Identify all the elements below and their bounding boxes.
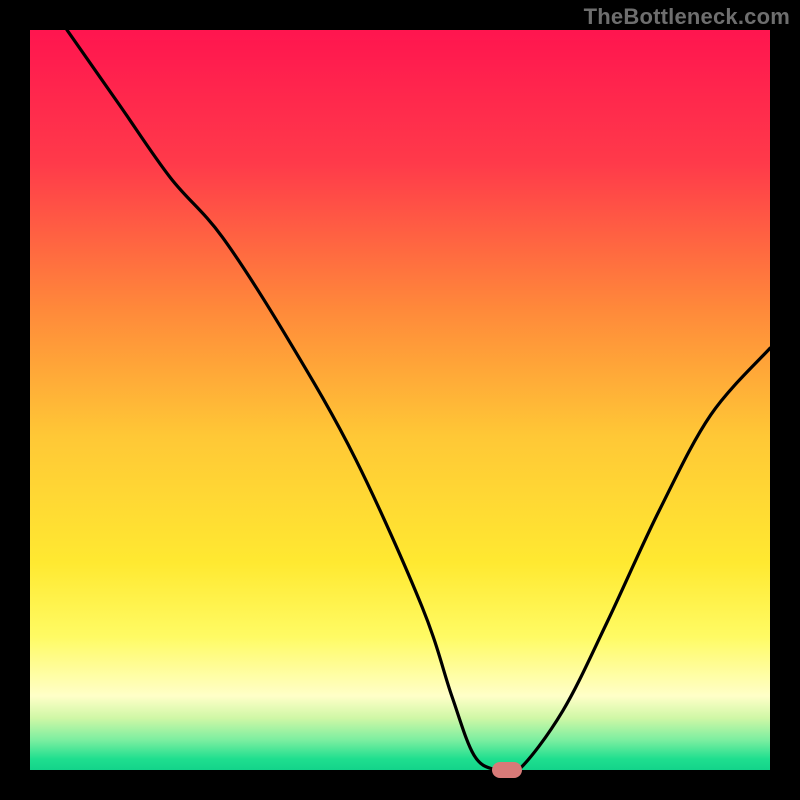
gradient-background — [30, 30, 770, 770]
attribution-text: TheBottleneck.com — [584, 4, 790, 30]
chart-frame: TheBottleneck.com — [0, 0, 800, 800]
heatmap-plot — [30, 30, 770, 770]
plot-area — [30, 30, 770, 770]
optimal-marker — [492, 762, 522, 778]
